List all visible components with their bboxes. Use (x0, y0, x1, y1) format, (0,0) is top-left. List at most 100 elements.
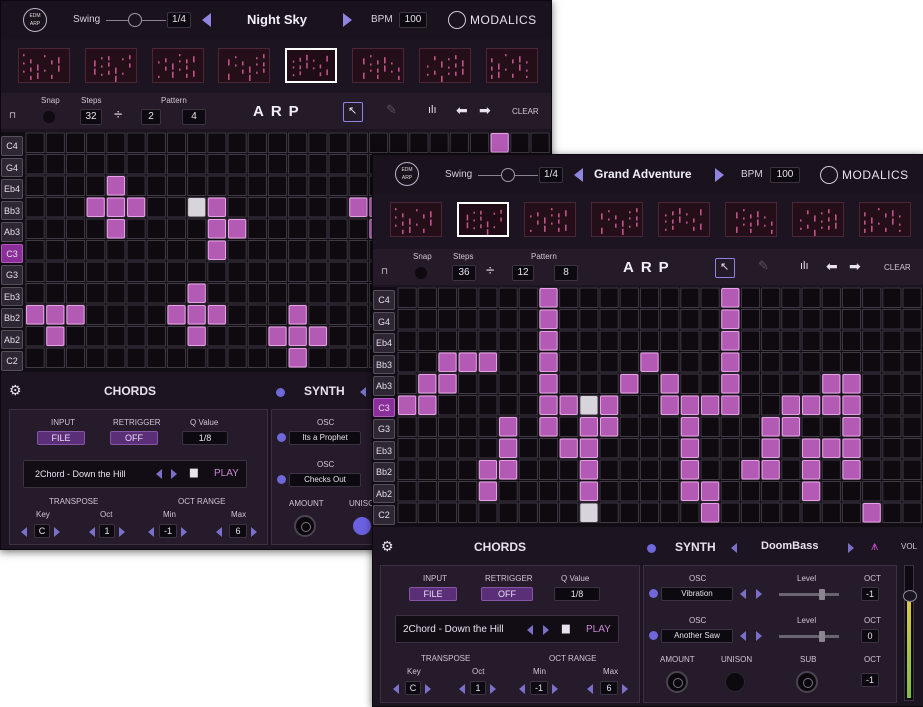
folder-icon[interactable]: ▆ (190, 467, 198, 478)
grid-cell[interactable] (498, 352, 518, 373)
grid-cell[interactable] (639, 309, 660, 330)
grid-cell[interactable] (397, 438, 417, 459)
grid-cell[interactable] (65, 197, 86, 218)
grid-cell[interactable] (437, 438, 458, 459)
grid-cell[interactable] (247, 240, 267, 261)
grid-cell[interactable] (437, 395, 458, 416)
active-note-cell[interactable] (842, 417, 861, 437)
grid-cell[interactable] (660, 352, 680, 373)
grid-cell[interactable] (902, 438, 922, 459)
key-next-arrow-icon[interactable] (425, 684, 431, 694)
grid-cell[interactable] (65, 154, 86, 175)
grid-cell[interactable] (348, 304, 368, 325)
grid-cell[interactable] (227, 326, 247, 347)
active-note-cell[interactable] (418, 374, 437, 394)
grid-cell[interactable] (619, 438, 639, 459)
grid-cell[interactable] (761, 373, 781, 394)
grid-cell[interactable] (146, 283, 166, 304)
active-note-cell[interactable] (842, 438, 861, 458)
osc1-level-slider[interactable] (779, 589, 839, 600)
grid-cell[interactable] (680, 287, 700, 308)
active-note-cell[interactable] (288, 305, 307, 325)
grid-cell[interactable] (740, 352, 761, 373)
active-note-cell[interactable] (842, 395, 861, 415)
osc1-select[interactable]: Its a Prophet (289, 431, 361, 445)
lock-icon[interactable]: ⊓ (9, 110, 16, 121)
active-note-cell[interactable] (26, 305, 45, 325)
max-prev-arrow-icon[interactable] (587, 684, 593, 694)
grid-cell[interactable] (599, 330, 619, 351)
active-note-cell[interactable] (106, 219, 126, 239)
grid-cell[interactable] (902, 352, 922, 373)
active-note-cell[interactable] (822, 395, 841, 415)
active-note-cell[interactable] (842, 374, 861, 394)
active-note-cell[interactable] (207, 219, 227, 239)
chord-prev-arrow-icon[interactable] (156, 469, 162, 479)
grid-cell[interactable] (417, 309, 437, 330)
active-note-cell[interactable] (680, 395, 699, 415)
grid-cell[interactable] (106, 240, 126, 261)
pattern-thumbnail[interactable] (485, 48, 538, 83)
active-note-cell[interactable] (478, 352, 498, 372)
key-next-arrow-icon[interactable] (54, 527, 60, 537)
grid-cell[interactable] (146, 240, 166, 261)
grid-cell[interactable] (247, 218, 267, 239)
grid-cell[interactable] (397, 502, 417, 523)
grid-cell[interactable] (187, 132, 207, 153)
sub-knob[interactable] (796, 671, 818, 693)
snap-toggle[interactable] (43, 111, 55, 123)
grid-cell[interactable] (498, 287, 518, 308)
active-note-cell[interactable] (741, 460, 760, 480)
grid-cell[interactable] (126, 132, 146, 153)
grid-cell[interactable] (348, 154, 368, 175)
pattern-thumbnail[interactable] (151, 48, 204, 83)
grid-cell[interactable] (559, 309, 579, 330)
grid-cell[interactable] (126, 304, 146, 325)
grid-cell[interactable] (599, 438, 619, 459)
grid-cell[interactable] (619, 481, 639, 502)
grid-cell[interactable] (437, 502, 458, 523)
key-prev-arrow-icon[interactable] (21, 527, 27, 537)
preset-name[interactable]: Night Sky (247, 12, 307, 27)
active-note-cell[interactable] (349, 197, 368, 217)
grid-cell[interactable] (45, 175, 65, 196)
input-mode-button[interactable]: FILE (409, 587, 457, 601)
grid-cell[interactable] (902, 373, 922, 394)
grid-cell[interactable] (761, 309, 781, 330)
max-value[interactable]: 6 (600, 681, 618, 695)
pattern-thumbnail[interactable] (218, 48, 271, 83)
active-note-cell[interactable] (559, 395, 578, 415)
osc2-prev-arrow-icon[interactable] (740, 631, 746, 641)
grid-cell[interactable] (227, 197, 247, 218)
grid-cell[interactable] (639, 502, 660, 523)
redo-arrow-icon[interactable]: ➡ (849, 258, 861, 275)
redo-arrow-icon[interactable]: ➡ (479, 102, 491, 119)
lock-icon[interactable]: ⊓ (381, 266, 388, 277)
grid-cell[interactable] (518, 502, 538, 523)
grid-cell[interactable] (740, 395, 761, 416)
osc1-power-dot[interactable] (649, 589, 658, 598)
grid-cell[interactable] (166, 240, 187, 261)
active-note-cell[interactable] (499, 417, 518, 437)
grid-cell[interactable] (25, 347, 45, 368)
active-note-cell[interactable] (207, 197, 227, 217)
grid-cell[interactable] (478, 373, 498, 394)
grid-cell[interactable] (478, 502, 498, 523)
grid-cell[interactable] (478, 330, 498, 351)
min-value[interactable]: -1 (159, 524, 177, 538)
active-note-cell[interactable] (579, 460, 599, 480)
grid-cell[interactable] (187, 347, 207, 368)
grid-cell[interactable] (579, 330, 599, 351)
grid-cell[interactable] (821, 287, 841, 308)
pattern-thumbnail[interactable] (418, 48, 471, 83)
grid-cell[interactable] (409, 132, 429, 153)
undo-arrow-icon[interactable]: ⬅ (456, 102, 468, 119)
grid-cell[interactable] (559, 416, 579, 437)
grid-cell[interactable] (761, 481, 781, 502)
grid-cell[interactable] (227, 261, 247, 282)
grid-cell[interactable] (308, 261, 328, 282)
active-note-cell[interactable] (721, 309, 740, 329)
grid-cell[interactable] (397, 459, 417, 480)
grid-cell[interactable] (126, 218, 146, 239)
grid-cell[interactable] (639, 330, 660, 351)
